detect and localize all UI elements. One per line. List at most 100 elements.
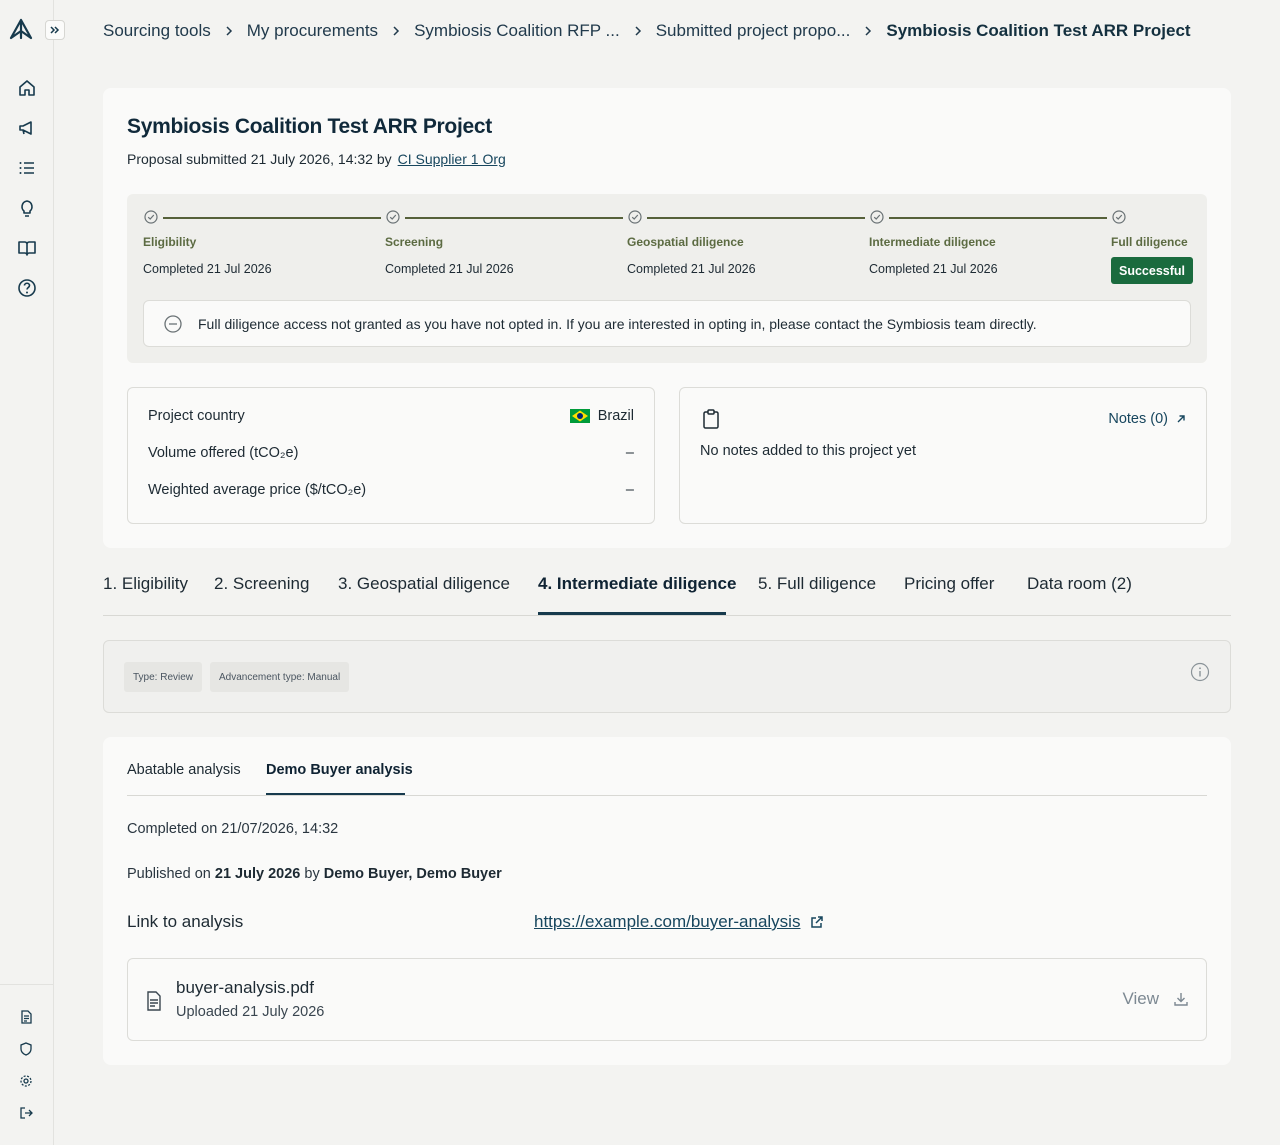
tab-demo-buyer-analysis[interactable]: Demo Buyer analysis	[266, 762, 413, 778]
nav-settings[interactable]	[18, 1073, 34, 1089]
nav-help[interactable]	[16, 277, 38, 299]
breadcrumb-item-submitted-proposals[interactable]: Submitted project propo...	[656, 21, 851, 41]
notes-link[interactable]: Notes (0)	[1108, 411, 1186, 427]
detail-value-volume: –	[625, 445, 634, 461]
completed-on-text: Completed on 21/07/2026, 14:32	[127, 821, 339, 837]
home-icon	[19, 80, 35, 96]
nav-documents[interactable]	[18, 1009, 34, 1025]
step-connector	[647, 217, 865, 219]
download-icon[interactable]	[1173, 991, 1189, 1007]
detail-row-volume: Volume offered (tCO₂e) –	[148, 445, 634, 461]
type-chip: Type: Review	[124, 662, 203, 692]
external-link-icon	[810, 915, 824, 929]
list-icon	[19, 162, 34, 174]
detail-row-price: Weighted average price ($/tCO₂e) –	[148, 482, 634, 498]
published-by-word: by	[304, 866, 320, 882]
nav-logout[interactable]	[18, 1105, 34, 1121]
diligence-stepper: Eligibility Completed 21 Jul 2026 Screen…	[127, 194, 1207, 363]
nav-list[interactable]	[16, 157, 38, 179]
nav-security[interactable]	[18, 1041, 34, 1057]
nav-announcements[interactable]	[16, 117, 38, 139]
help-icon	[18, 279, 36, 297]
notes-empty-text: No notes added to this project yet	[700, 443, 917, 459]
detail-value-country: Brazil	[569, 408, 634, 424]
minus-circle-icon	[164, 314, 182, 333]
file-attachment: buyer-analysis.pdf Uploaded 21 July 2026…	[127, 958, 1207, 1041]
tab-pricing-offer[interactable]: Pricing offer	[904, 574, 994, 594]
advancement-type-chip: Advancement type: Manual	[210, 662, 350, 692]
brazil-flag-icon	[569, 409, 590, 423]
shield-icon	[20, 1042, 32, 1056]
step-status-screening: Completed 21 Jul 2026	[385, 262, 514, 276]
breadcrumb: Sourcing tools My procurements Symbiosis…	[103, 21, 1191, 41]
double-chevron-right-icon	[50, 26, 60, 34]
tab-eligibility[interactable]: 1. Eligibility	[103, 574, 188, 594]
project-summary-card: Symbiosis Coalition Test ARR Project Pro…	[103, 88, 1231, 548]
project-details: Project country Brazil Volume offered (t…	[127, 387, 655, 524]
check-circle-icon	[628, 210, 642, 224]
detail-label: Project country	[148, 408, 245, 424]
step-status-intermediate: Completed 21 Jul 2026	[869, 262, 998, 276]
active-subtab-indicator	[266, 793, 405, 795]
step-label-intermediate: Intermediate diligence	[869, 235, 996, 249]
step-connector	[405, 217, 623, 219]
step-status-eligibility: Completed 21 Jul 2026	[143, 262, 272, 276]
detail-value-price: –	[625, 482, 634, 498]
chevron-right-icon	[392, 25, 400, 37]
megaphone-icon	[19, 121, 32, 135]
breadcrumb-item-my-procurements[interactable]: My procurements	[247, 21, 378, 41]
published-on-text: Published on 21 July 2026 by Demo Buyer,…	[127, 866, 502, 882]
logout-icon	[20, 1107, 33, 1119]
nav-library[interactable]	[16, 237, 38, 259]
step-connector	[889, 217, 1107, 219]
chevron-right-icon	[864, 25, 872, 37]
check-circle-icon	[1112, 210, 1126, 224]
submission-info: Proposal submitted 21 July 2026, 14:32 b…	[127, 151, 506, 167]
page-title: Symbiosis Coalition Test ARR Project	[127, 115, 492, 138]
file-name: buyer-analysis.pdf	[176, 978, 314, 997]
submission-text: Proposal submitted 21 July 2026, 14:32 b…	[127, 151, 392, 167]
breadcrumb-item-rfp[interactable]: Symbiosis Coalition RFP ...	[414, 21, 620, 41]
supplier-link[interactable]: CI Supplier 1 Org	[398, 151, 506, 167]
tab-full-diligence[interactable]: 5. Full diligence	[758, 574, 876, 594]
stage-type-info: Type: Review Advancement type: Manual	[103, 640, 1231, 713]
file-uploaded-date: Uploaded 21 July 2026	[176, 1004, 325, 1020]
app-logo[interactable]	[8, 18, 34, 40]
check-circle-icon	[144, 210, 158, 224]
active-tab-indicator	[538, 612, 726, 615]
tab-intermediate-diligence[interactable]: 4. Intermediate diligence	[538, 574, 736, 594]
check-circle-icon	[386, 210, 400, 224]
analysis-panel: Abatable analysis Demo Buyer analysis Co…	[103, 737, 1231, 1065]
chevron-right-icon	[634, 25, 642, 37]
step-status-geospatial: Completed 21 Jul 2026	[627, 262, 756, 276]
view-file-button[interactable]: View	[1122, 989, 1159, 1009]
tab-geospatial-diligence[interactable]: 3. Geospatial diligence	[338, 574, 510, 594]
notes-panel: Notes (0) No notes added to this project…	[679, 387, 1207, 524]
step-label-full-diligence: Full diligence	[1111, 235, 1188, 249]
file-icon	[146, 991, 162, 1011]
nav-ideas[interactable]	[16, 197, 38, 219]
detail-row-country: Project country Brazil	[148, 408, 634, 424]
chevron-right-icon	[225, 25, 233, 37]
published-date: 21 July 2026	[214, 866, 301, 882]
info-banner: Full diligence access not granted as you…	[143, 300, 1191, 347]
notes-link-label: Notes (0)	[1108, 411, 1168, 427]
analysis-tabs: Abatable analysis Demo Buyer analysis	[127, 737, 1207, 796]
tab-abatable-analysis[interactable]: Abatable analysis	[127, 762, 241, 778]
tab-screening[interactable]: 2. Screening	[214, 574, 309, 594]
tab-data-room[interactable]: Data room (2)	[1027, 574, 1132, 594]
step-connector	[163, 217, 381, 219]
analysis-link[interactable]: https://example.com/buyer-analysis	[534, 912, 824, 932]
lightbulb-icon	[21, 200, 33, 217]
breadcrumb-current: Symbiosis Coalition Test ARR Project	[886, 21, 1191, 40]
status-badge: Successful	[1111, 257, 1194, 284]
detail-label: Weighted average price ($/tCO₂e)	[148, 482, 367, 498]
info-banner-text: Full diligence access not granted as you…	[198, 315, 1037, 332]
sidebar-divider	[0, 984, 54, 985]
nav-home[interactable]	[16, 77, 38, 99]
breadcrumb-item-sourcing-tools[interactable]: Sourcing tools	[103, 21, 211, 41]
published-by: Demo Buyer, Demo Buyer	[323, 866, 502, 882]
expand-sidebar-button[interactable]	[45, 20, 65, 40]
detail-label: Volume offered (tCO₂e)	[148, 445, 299, 461]
info-icon[interactable]	[1190, 662, 1210, 682]
